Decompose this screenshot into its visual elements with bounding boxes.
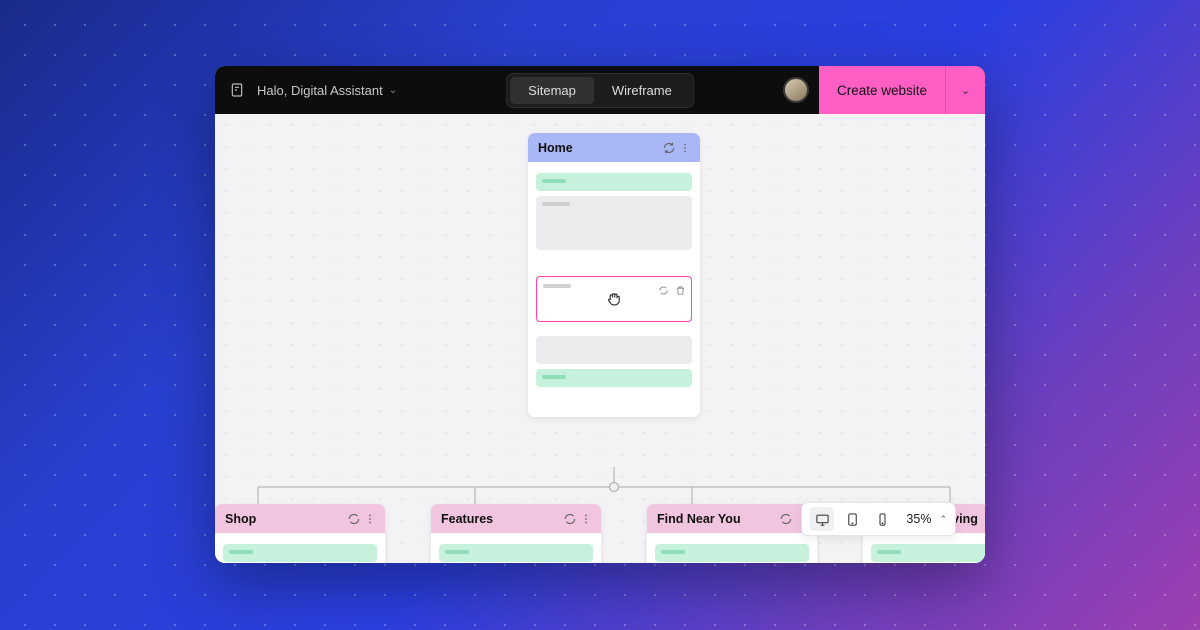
topbar: Halo, Digital Assistant ⌄ Sitemap Wirefr… <box>215 66 985 114</box>
canvas[interactable]: Home <box>215 114 985 563</box>
more-vertical-icon[interactable] <box>678 141 692 155</box>
chevron-down-icon[interactable]: ⌄ <box>945 66 985 114</box>
more-vertical-icon[interactable] <box>579 512 593 526</box>
app-window: Halo, Digital Assistant ⌄ Sitemap Wirefr… <box>215 66 985 563</box>
view-switch: Sitemap Wireframe <box>506 73 694 108</box>
section-block[interactable] <box>536 173 692 191</box>
device-mobile[interactable] <box>870 507 894 531</box>
page-card-features[interactable]: Features <box>431 504 601 563</box>
page-title: Home <box>538 141 573 155</box>
page-card-home[interactable]: Home <box>528 133 700 417</box>
card-header: Find Near You <box>647 504 817 533</box>
section-block[interactable] <box>536 369 692 387</box>
refresh-icon[interactable] <box>563 512 577 526</box>
section-block[interactable] <box>655 544 809 562</box>
page-card-find-near-you[interactable]: Find Near You <box>647 504 817 563</box>
section-block[interactable] <box>536 336 692 364</box>
trash-icon[interactable] <box>675 283 686 301</box>
card-header: Features <box>431 504 601 533</box>
page-title: Features <box>441 512 493 526</box>
section-block[interactable] <box>871 544 985 562</box>
chevron-up-icon[interactable]: ⌃ <box>939 514 947 525</box>
section-block[interactable] <box>439 544 593 562</box>
cta-label: Create website <box>819 83 945 98</box>
create-website-button[interactable]: Create website ⌄ <box>819 66 985 114</box>
tab-wireframe[interactable]: Wireframe <box>594 77 690 104</box>
refresh-icon[interactable] <box>779 512 793 526</box>
page-card-shop[interactable]: Shop <box>215 504 385 563</box>
chevron-down-icon: ⌄ <box>389 85 397 96</box>
device-desktop[interactable] <box>810 507 834 531</box>
section-block-selected[interactable] <box>536 276 692 322</box>
card-header: Home <box>528 133 700 162</box>
note-icon <box>227 80 247 100</box>
project-breadcrumb[interactable]: Halo, Digital Assistant ⌄ <box>257 83 397 98</box>
device-tablet[interactable] <box>840 507 864 531</box>
page-title: Shop <box>225 512 256 526</box>
more-vertical-icon[interactable] <box>363 512 377 526</box>
section-block[interactable] <box>223 544 377 562</box>
card-body <box>528 162 700 397</box>
zoom-widget: 35% ⌃ <box>801 502 956 536</box>
page-title: Find Near You <box>657 512 741 526</box>
card-header: Shop <box>215 504 385 533</box>
zoom-level[interactable]: 35% <box>906 512 931 526</box>
grab-cursor-icon <box>605 290 623 308</box>
refresh-icon[interactable] <box>347 512 361 526</box>
tab-sitemap[interactable]: Sitemap <box>510 77 594 104</box>
section-block[interactable] <box>536 196 692 250</box>
avatar[interactable] <box>783 77 809 103</box>
refresh-icon[interactable] <box>662 141 676 155</box>
refresh-icon[interactable] <box>658 283 669 301</box>
project-name: Halo, Digital Assistant <box>257 83 383 98</box>
